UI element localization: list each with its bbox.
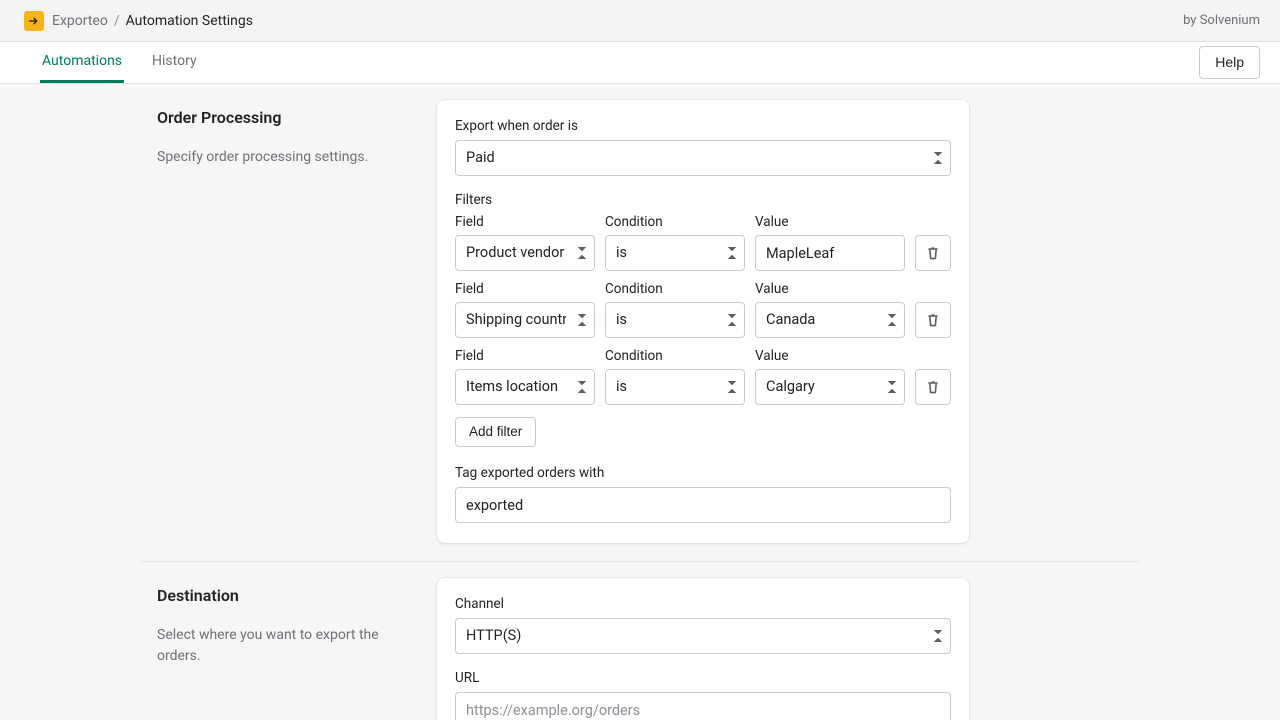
filters-label: Filters	[455, 192, 951, 208]
add-filter-button[interactable]: Add filter	[455, 417, 536, 447]
channel-select[interactable]: HTTP(S)	[455, 618, 951, 654]
order-processing-card: Export when order is Paid Filters Field P…	[437, 100, 969, 543]
vendor-attribution: by Solvenium	[1183, 13, 1260, 28]
topbar: Exporteo / Automation Settings by Solven…	[0, 0, 1280, 42]
filter-field-select[interactable]: Product vendor	[455, 235, 595, 271]
tab-automations[interactable]: Automations	[40, 42, 124, 83]
section-description: Specify order processing settings.	[157, 147, 389, 168]
tag-exported-label: Tag exported orders with	[455, 465, 951, 481]
filter-field-select[interactable]: Shipping country	[455, 302, 595, 338]
export-when-label: Export when order is	[455, 118, 951, 134]
filter-value-label: Value	[755, 214, 905, 230]
destination-card: Channel HTTP(S) URL Header key	[437, 578, 969, 720]
help-button[interactable]: Help	[1199, 46, 1260, 79]
arrow-export-icon	[27, 14, 41, 28]
breadcrumb-separator: /	[114, 13, 120, 29]
tag-exported-input[interactable]	[455, 487, 951, 523]
url-input[interactable]	[455, 692, 951, 720]
filter-value-select[interactable]: Canada	[755, 302, 905, 338]
filter-value-input[interactable]	[755, 235, 905, 271]
filter-condition-label: Condition	[605, 348, 745, 364]
filter-condition-label: Condition	[605, 214, 745, 230]
filter-delete-button[interactable]	[915, 369, 951, 405]
filter-condition-select[interactable]: is	[605, 235, 745, 271]
filter-row: Field Items location Condition is Value Calga…	[455, 348, 951, 405]
filter-value-label: Value	[755, 348, 905, 364]
trash-icon	[925, 379, 941, 395]
filter-condition-select[interactable]: is	[605, 302, 745, 338]
filter-row: Field Product vendor Condition is Value	[455, 214, 951, 271]
trash-icon	[925, 312, 941, 328]
breadcrumb: Exporteo / Automation Settings	[52, 13, 253, 29]
breadcrumb-page: Automation Settings	[126, 13, 253, 29]
filter-condition-label: Condition	[605, 281, 745, 297]
settings-scroll[interactable]: Order Processing Specify order processin…	[0, 84, 1280, 720]
filter-field-label: Field	[455, 348, 595, 364]
section-title: Order Processing	[157, 108, 389, 127]
trash-icon	[925, 245, 941, 261]
filter-value-label: Value	[755, 281, 905, 297]
channel-label: Channel	[455, 596, 951, 612]
filter-value-select[interactable]: Calgary	[755, 369, 905, 405]
tabs-row: Automations History Help	[0, 42, 1280, 84]
section-description: Select where you want to export the orde…	[157, 625, 389, 667]
filter-delete-button[interactable]	[915, 235, 951, 271]
section-destination: Destination Select where you want to exp…	[141, 561, 1139, 720]
filter-delete-button[interactable]	[915, 302, 951, 338]
export-when-select[interactable]: Paid	[455, 140, 951, 176]
filters-list: FieldProduct vendorConditionisValueField…	[455, 214, 951, 405]
filter-row: Field Shipping country Condition is Value Can…	[455, 281, 951, 338]
breadcrumb-app[interactable]: Exporteo	[52, 13, 108, 29]
filter-condition-select[interactable]: is	[605, 369, 745, 405]
section-title: Destination	[157, 586, 389, 605]
filter-field-label: Field	[455, 214, 595, 230]
app-logo	[24, 11, 44, 31]
url-label: URL	[455, 670, 951, 686]
filter-field-select[interactable]: Items location	[455, 369, 595, 405]
section-order-processing: Order Processing Specify order processin…	[141, 84, 1139, 561]
filter-field-label: Field	[455, 281, 595, 297]
tab-history[interactable]: History	[150, 42, 199, 83]
